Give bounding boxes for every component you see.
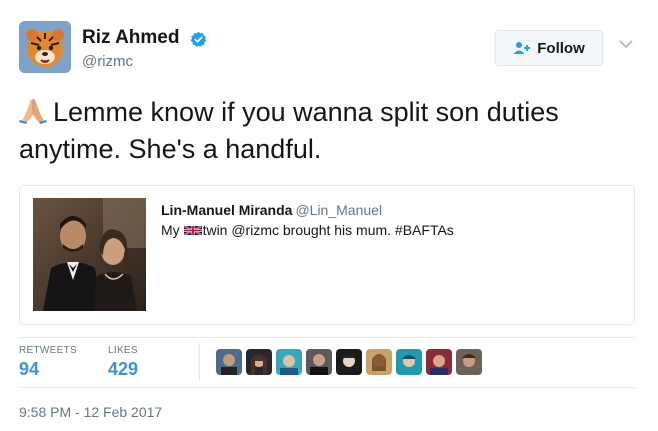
quoted-tweet-author-name: Lin-Manuel Miranda bbox=[161, 202, 293, 218]
add-user-icon bbox=[513, 42, 531, 54]
quoted-tweet-text: My twin @rizmc brought his mum. #BAFTAs bbox=[161, 222, 454, 238]
liker-avatar[interactable] bbox=[306, 349, 332, 375]
author-name[interactable]: Riz Ahmed bbox=[82, 27, 179, 49]
liker-avatars bbox=[216, 349, 482, 375]
follow-button[interactable]: Follow bbox=[495, 30, 603, 66]
quoted-tweet-photo[interactable] bbox=[33, 198, 146, 311]
verified-badge-icon bbox=[190, 31, 207, 48]
quoted-tweet-author[interactable]: Lin-Manuel Miranda @Lin_Manuel bbox=[161, 202, 382, 218]
quoted-tweet-handle: @Lin_Manuel bbox=[295, 202, 383, 218]
liker-avatar[interactable] bbox=[426, 349, 452, 375]
liker-avatar[interactable] bbox=[396, 349, 422, 375]
liker-avatar[interactable] bbox=[336, 349, 362, 375]
author-avatar[interactable] bbox=[19, 21, 71, 73]
divider bbox=[19, 387, 635, 388]
chevron-down-icon[interactable] bbox=[619, 40, 633, 49]
tweet-line-2: anytime. She's a handful. bbox=[19, 134, 322, 164]
tweet-text: Lemme know if you wanna split son duties… bbox=[19, 94, 639, 168]
tweet-line-1: Lemme know if you wanna split son duties bbox=[53, 97, 559, 127]
uk-flag-emoji-icon bbox=[183, 225, 202, 236]
photo-two-people-image bbox=[33, 198, 146, 311]
follow-button-label: Follow bbox=[537, 39, 585, 57]
stats-separator bbox=[199, 343, 200, 381]
likes-label[interactable]: LIKES bbox=[108, 345, 138, 356]
liker-avatar[interactable] bbox=[216, 349, 242, 375]
tiger-avatar-icon bbox=[19, 21, 71, 73]
retweets-count[interactable]: 94 bbox=[19, 359, 39, 380]
quoted-tweet-text-start: My bbox=[161, 222, 180, 238]
liker-avatar[interactable] bbox=[276, 349, 302, 375]
author-handle[interactable]: @rizmc bbox=[82, 53, 133, 70]
liker-avatar[interactable] bbox=[456, 349, 482, 375]
quoted-tweet-card[interactable]: Lin-Manuel Miranda @Lin_Manuel My twin @r… bbox=[19, 185, 635, 325]
quoted-tweet-text-end: twin @rizmc brought his mum. #BAFTAs bbox=[202, 222, 454, 238]
liker-avatar[interactable] bbox=[246, 349, 272, 375]
liker-avatar[interactable] bbox=[366, 349, 392, 375]
retweets-label[interactable]: RETWEETS bbox=[19, 345, 77, 356]
folded-hands-emoji-icon bbox=[19, 99, 47, 124]
tweet-timestamp[interactable]: 9:58 PM - 12 Feb 2017 bbox=[19, 404, 162, 420]
likes-count[interactable]: 429 bbox=[108, 359, 138, 380]
divider bbox=[19, 337, 635, 338]
